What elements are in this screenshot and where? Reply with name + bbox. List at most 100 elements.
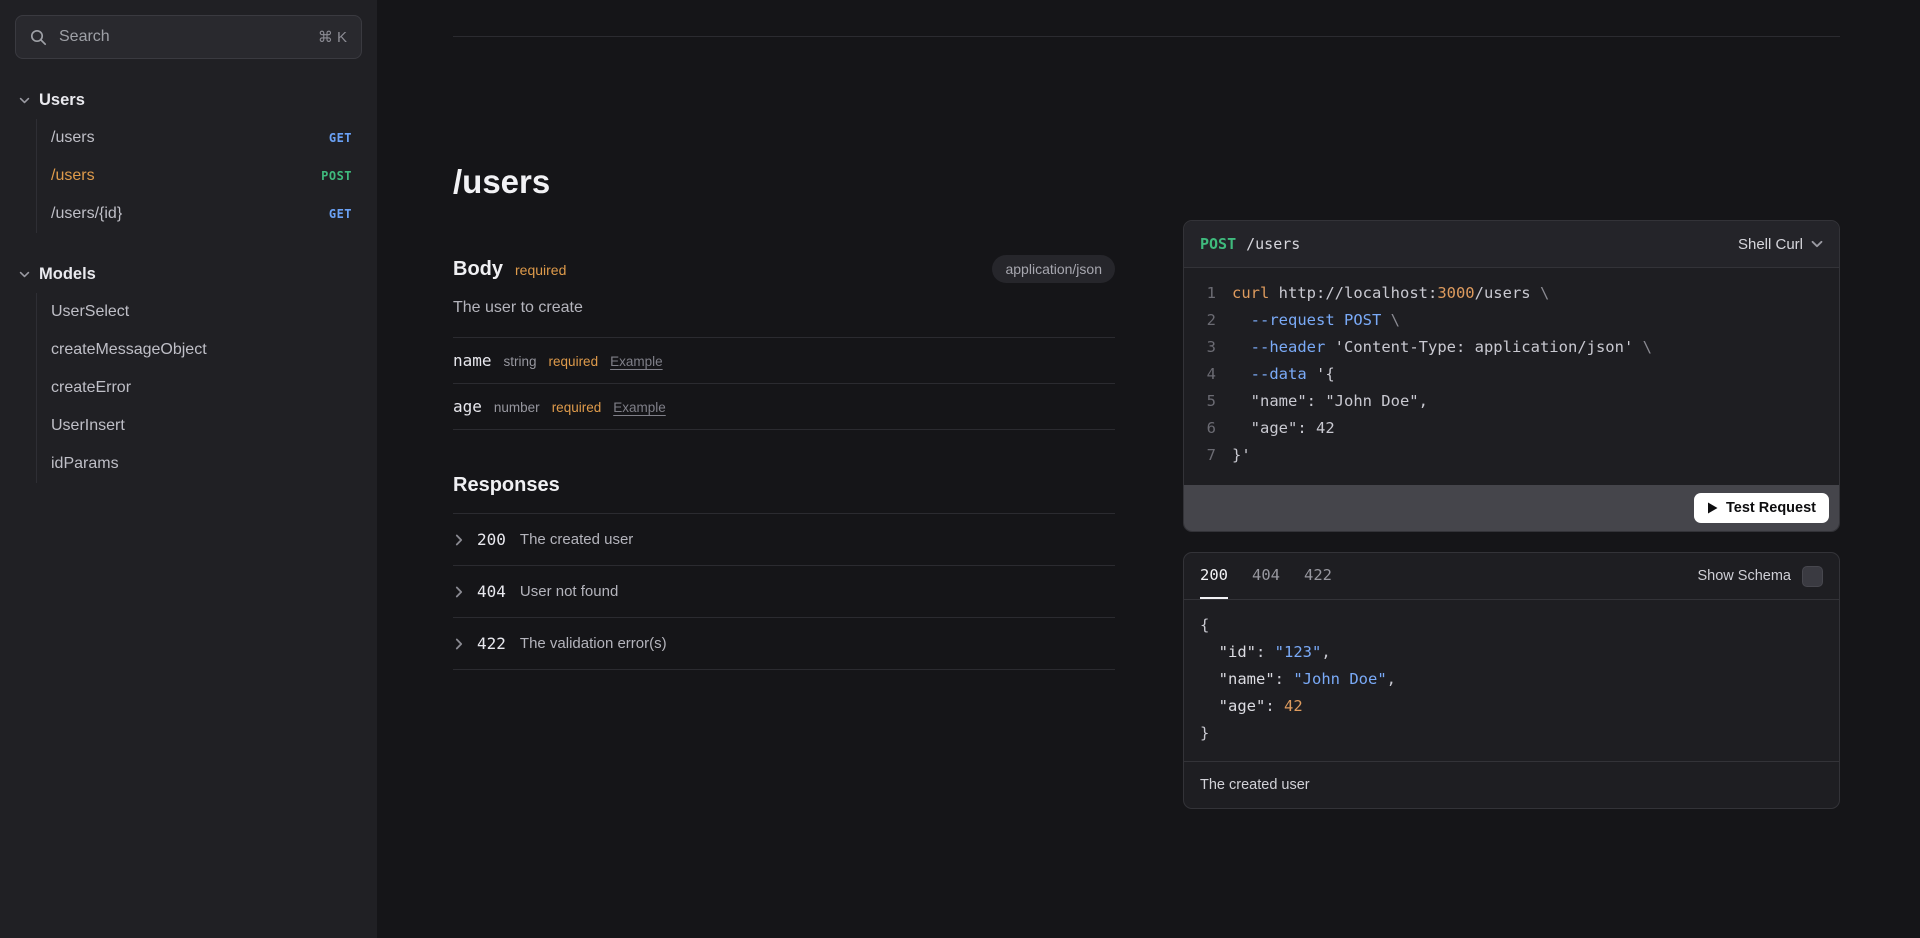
sidebar-item[interactable]: /users POST	[37, 157, 362, 195]
chevron-down-icon	[1811, 240, 1823, 248]
sidebar-item[interactable]: UserInsert	[37, 407, 362, 445]
response-row[interactable]: 422 The validation error(s)	[453, 618, 1115, 670]
operation-details: /users Body required application/json Th…	[453, 163, 1115, 809]
chevron-down-icon	[19, 97, 30, 104]
content-type-badge: application/json	[992, 255, 1115, 283]
field-name: age	[453, 397, 482, 416]
sidebar-item[interactable]: idParams	[37, 445, 362, 483]
test-request-button[interactable]: Test Request	[1694, 493, 1829, 523]
show-schema-checkbox[interactable]	[1802, 566, 1823, 587]
response-json: { "id": "123", "name": "John Doe", "age"…	[1184, 600, 1839, 761]
sidebar-section: Models UserSelect createMessageObject cr…	[15, 257, 362, 483]
sidebar-item-label: idParams	[51, 455, 119, 473]
play-icon	[1707, 502, 1718, 514]
sidebar: ⌘ K Users /users GET /users POST /users/…	[0, 0, 377, 938]
response-status-tab[interactable]: 422	[1304, 553, 1332, 599]
response-status-tab-label: 404	[1252, 566, 1280, 584]
line-number: 4	[1200, 361, 1216, 388]
response-example-card: 200 404 422 Show Schema { "id": "123", "…	[1183, 552, 1840, 809]
chevron-right-icon	[455, 534, 463, 546]
line-number: 5	[1200, 388, 1216, 415]
request-path: /users	[1246, 235, 1300, 253]
main-content: /users Body required application/json Th…	[377, 0, 1920, 938]
search-shortcut: ⌘ K	[318, 28, 347, 46]
sidebar-section-header[interactable]: Models	[15, 257, 362, 293]
sidebar-item-method-badge: POST	[321, 169, 352, 183]
field-type: string	[504, 354, 537, 369]
json-line: "id": "123",	[1200, 639, 1823, 666]
code-line: 1curl http://localhost:3000/users \	[1200, 280, 1823, 307]
test-request-label: Test Request	[1726, 500, 1816, 516]
page-title: /users	[453, 163, 1115, 201]
response-card-header: 200 404 422 Show Schema	[1184, 553, 1839, 600]
code-line: 2 --request POST \	[1200, 307, 1823, 334]
sidebar-section-items: /users GET /users POST /users/{id} GET	[36, 119, 362, 233]
sidebar-item-label: createMessageObject	[51, 341, 207, 359]
sidebar-section-label: Models	[39, 265, 96, 284]
json-line: "name": "John Doe",	[1200, 666, 1823, 693]
response-status-tabs: 200 404 422	[1200, 553, 1332, 599]
code-line: 6 "age": 42	[1200, 415, 1823, 442]
response-row[interactable]: 200 The created user	[453, 514, 1115, 566]
response-status-tab-label: 422	[1304, 566, 1332, 584]
field-name: name	[453, 351, 492, 370]
sidebar-section: Users /users GET /users POST /users/{id}…	[15, 83, 362, 233]
request-card-footer: Test Request	[1184, 485, 1839, 531]
code-line: 5 "name": "John Doe",	[1200, 388, 1823, 415]
client-selector[interactable]: Shell Curl	[1738, 236, 1823, 253]
response-status-tab[interactable]: 200	[1200, 553, 1228, 599]
response-status-tab[interactable]: 404	[1252, 553, 1280, 599]
sidebar-item[interactable]: /users GET	[37, 119, 362, 157]
sidebar-item[interactable]: /users/{id} GET	[37, 195, 362, 233]
sidebar-item[interactable]: UserSelect	[37, 293, 362, 331]
json-line: {	[1200, 612, 1823, 639]
sidebar-item-label: createError	[51, 379, 131, 397]
sidebar-sections: Users /users GET /users POST /users/{id}…	[15, 59, 362, 483]
response-status-code: 422	[477, 634, 506, 653]
line-number: 7	[1200, 442, 1216, 469]
line-number: 2	[1200, 307, 1216, 334]
json-line: }	[1200, 720, 1823, 747]
sidebar-item[interactable]: createError	[37, 369, 362, 407]
request-method: POST	[1200, 235, 1236, 253]
body-field-row: name string required Example	[453, 338, 1115, 384]
sidebar-item-label: UserSelect	[51, 303, 129, 321]
body-fields: name string required Example age number …	[453, 338, 1115, 430]
request-card-header: POST /users Shell Curl	[1184, 221, 1839, 268]
response-row[interactable]: 404 User not found	[453, 566, 1115, 618]
code-line: 7}'	[1200, 442, 1823, 469]
examples-column: POST /users Shell Curl 1curl http://loca…	[1183, 163, 1840, 809]
field-required-label: required	[549, 354, 599, 369]
search-icon	[30, 29, 47, 46]
sidebar-item-method-badge: GET	[329, 131, 352, 145]
response-description: The created user	[520, 531, 633, 548]
client-selector-label: Shell Curl	[1738, 236, 1803, 253]
responses-list: 200 The created user 404 User not found …	[453, 514, 1115, 670]
line-number: 3	[1200, 334, 1216, 361]
field-required-label: required	[552, 400, 602, 415]
request-example-card: POST /users Shell Curl 1curl http://loca…	[1183, 220, 1840, 532]
chevron-right-icon	[455, 638, 463, 650]
json-line: "age": 42	[1200, 693, 1823, 720]
show-schema-label: Show Schema	[1698, 568, 1792, 584]
response-card-footer: The created user	[1184, 761, 1839, 808]
field-example-link[interactable]: Example	[613, 400, 666, 415]
body-section-title: Body	[453, 258, 503, 281]
sidebar-item[interactable]: createMessageObject	[37, 331, 362, 369]
search-input[interactable]	[57, 27, 308, 47]
sidebar-item-label: /users	[51, 129, 95, 147]
response-description: User not found	[520, 583, 618, 600]
sidebar-section-items: UserSelect createMessageObject createErr…	[36, 293, 362, 483]
field-example-link[interactable]: Example	[610, 354, 663, 369]
sidebar-item-label: /users	[51, 167, 95, 185]
line-number: 1	[1200, 280, 1216, 307]
search-box[interactable]: ⌘ K	[15, 15, 362, 59]
field-type: number	[494, 400, 540, 415]
sidebar-section-header[interactable]: Users	[15, 83, 362, 119]
responses-title: Responses	[453, 474, 1115, 514]
sidebar-item-method-badge: GET	[329, 207, 352, 221]
response-status-code: 200	[477, 530, 506, 549]
body-description: The user to create	[453, 299, 1115, 338]
body-field-row: age number required Example	[453, 384, 1115, 430]
sidebar-item-label: /users/{id}	[51, 205, 122, 223]
